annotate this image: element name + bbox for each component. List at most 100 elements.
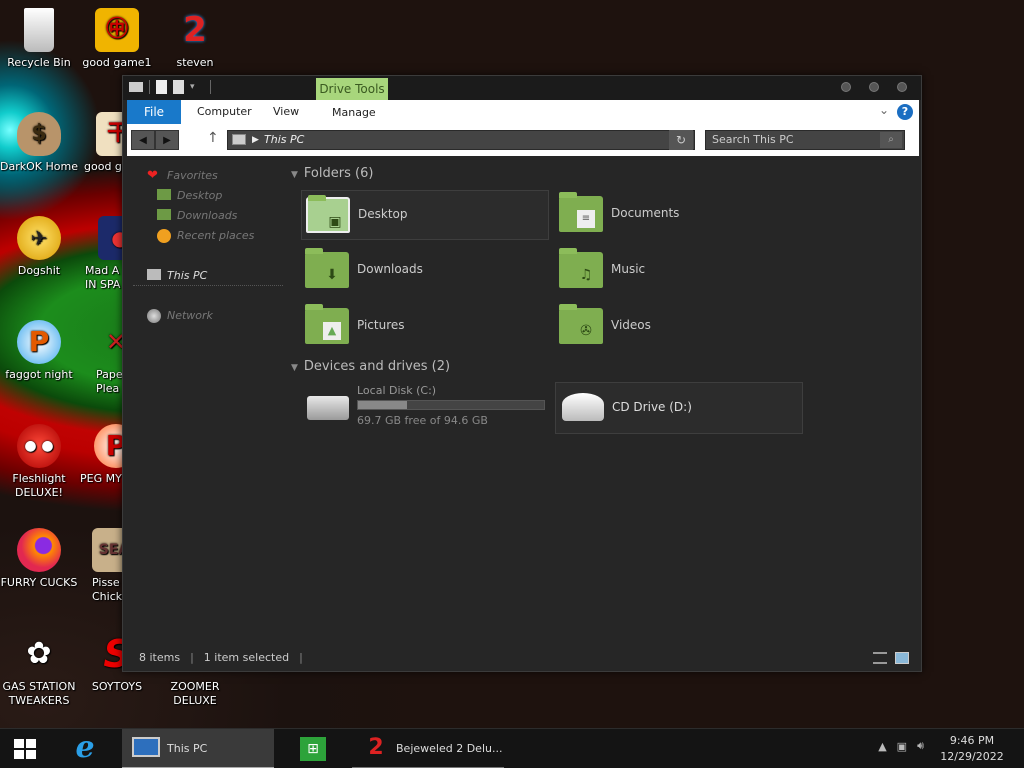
desktop-icon-dogshit[interactable]: ✈ Dogshit [0, 216, 78, 278]
desktop-icon-pisse-chicke[interactable]: SEA Pisse Chicke [78, 528, 122, 604]
desktop-icon-good-game1[interactable]: ㊥ good game1 [78, 8, 156, 70]
help-icon[interactable]: ? [897, 104, 913, 120]
desktop-icon-label: ZOOMER DELUXE [170, 680, 223, 707]
nav-network[interactable]: Network [133, 306, 283, 326]
network-icon[interactable]: ▣ [897, 740, 907, 753]
taskbar-bejeweled[interactable]: 2 Bejeweled 2 Delu... [352, 729, 504, 768]
flower-pot-icon: ✿ [26, 636, 52, 671]
chevron-down-icon[interactable]: ▼ [291, 170, 298, 180]
details-view-icon[interactable] [873, 652, 887, 664]
up-arrow-icon[interactable]: ↑ [207, 130, 219, 146]
money-bag-icon: $ [17, 112, 61, 156]
drive-free-space: 69.7 GB free of 94.6 GB [357, 414, 488, 427]
desktop-icon-gas-station-tweakers[interactable]: ✿ GAS STATION TWEAKERS [0, 632, 78, 708]
start-button[interactable] [0, 729, 50, 768]
show-hidden-icons-icon[interactable]: ▲ [878, 740, 886, 753]
window-controls [841, 82, 907, 92]
document-badge-icon: ≡ [577, 210, 595, 228]
forward-button[interactable]: ▶ [155, 130, 179, 150]
folder-label: Documents [611, 206, 680, 220]
drive-tools-context-tab[interactable]: Drive Tools [316, 78, 388, 100]
folder-downloads[interactable]: ⬇ Downloads [301, 246, 549, 296]
toolbar-divider [210, 80, 211, 94]
devices-group-header[interactable]: ▼ Devices and drives (2) [291, 359, 450, 374]
taskbar-internet-explorer[interactable]: e [60, 729, 110, 768]
system-menu-icon[interactable] [129, 82, 143, 92]
search-icon[interactable]: ⌕ [880, 132, 902, 148]
tab-file[interactable]: File [127, 100, 181, 124]
bejeweled-2-icon: 2 [183, 10, 207, 50]
computer-icon [232, 134, 246, 145]
nav-recent-places[interactable]: Recent places [133, 226, 283, 246]
desktop-icon-label: faggot night [5, 368, 73, 381]
desktop-icon-faggot-night[interactable]: P faggot night [0, 320, 78, 382]
desktop-icon-mad-a[interactable]: ● Mad A IN SPA [78, 216, 122, 292]
desktop-icon-label: good g [84, 160, 122, 173]
maximize-button[interactable] [869, 82, 879, 92]
disk-usage-bar [357, 400, 545, 410]
film-reel-icon: ✇ [580, 323, 592, 339]
tab-view[interactable]: View [273, 105, 299, 118]
desktop-icon-label: Recycle Bin [7, 56, 71, 69]
chevron-down-icon[interactable]: ▾ [190, 80, 204, 94]
properties-icon[interactable] [156, 80, 167, 94]
desktop-icon-steven[interactable]: 2 steven [156, 8, 234, 70]
desktop-icon-furry-cucks[interactable]: FURRY CUCKS [0, 528, 78, 590]
internet-explorer-icon: e [75, 730, 95, 765]
tab-manage[interactable]: Manage [332, 106, 376, 119]
desktop-icon-good-g[interactable]: 干 good g [78, 112, 122, 174]
folder-desktop[interactable]: ▣ Desktop [301, 190, 549, 240]
tab-computer[interactable]: Computer [197, 105, 252, 118]
close-button[interactable] [897, 82, 907, 92]
picture-badge-icon: ▲ [323, 322, 341, 340]
desktop-icon-pape[interactable]: ✕ Pape Plea [78, 320, 122, 396]
nav-desktop[interactable]: Desktop [133, 186, 283, 206]
taskbar-store[interactable]: ⊞ [288, 729, 338, 768]
clock-time: 9:46 PM [949, 734, 995, 747]
address-bar[interactable]: ▶ This PC [227, 130, 695, 150]
folder-videos[interactable]: ✇ Videos [555, 302, 803, 352]
status-divider: | [190, 651, 194, 664]
desktop-icon-label: FURRY CUCKS [0, 576, 78, 589]
view-switcher [873, 652, 909, 664]
back-button[interactable]: ◀ [131, 130, 155, 150]
refresh-button[interactable]: ↻ [669, 130, 693, 150]
clock-icon [157, 229, 171, 243]
nav-label: Network [167, 309, 213, 322]
taskbar-label: This PC [167, 742, 208, 755]
angry-birds-space-icon: ● [98, 216, 122, 260]
desktop-icon-recycle-bin[interactable]: Recycle Bin [0, 8, 78, 70]
clock[interactable]: 9:46 PM 12/29/2022 [932, 733, 1012, 765]
folder-music[interactable]: ♫ Music [555, 246, 803, 296]
folder-pictures[interactable]: ▲ Pictures [301, 302, 549, 352]
taskbar-label: Bejeweled 2 Delu... [396, 742, 503, 755]
download-arrow-icon: ⬇ [326, 267, 338, 283]
chevron-right-icon[interactable]: ▶ [252, 131, 259, 149]
search-box[interactable]: Search This PC ⌕ [705, 130, 905, 150]
title-bar[interactable]: ▾ Drive Tools [123, 76, 921, 100]
group-title: Devices and drives (2) [303, 359, 451, 374]
drive-local-disk-c[interactable]: Local Disk (C:) 69.7 GB free of 94.6 GB [301, 384, 549, 434]
taskbar-this-pc[interactable]: This PC [122, 729, 274, 768]
desktop-icon-fleshlight-deluxe[interactable]: ● ● Fleshlight DELUXE! [0, 424, 78, 500]
bejeweled-2-icon: 2 [368, 735, 384, 760]
nav-favorites[interactable]: ❤ Favorites [133, 166, 283, 186]
minimize-button[interactable] [841, 82, 851, 92]
nav-downloads[interactable]: Downloads [133, 206, 283, 226]
expand-ribbon-icon[interactable]: ⌄ [879, 103, 889, 117]
desktop-icon-peg-my[interactable]: P PEG MY [78, 424, 122, 486]
hard-disk-icon [307, 396, 349, 420]
nav-this-pc[interactable]: This PC [133, 266, 283, 286]
desktop-badge-icon: ▣ [328, 214, 342, 230]
large-icons-view-icon[interactable] [895, 652, 909, 664]
volume-icon[interactable]: 🔊︎ [917, 739, 924, 753]
folders-group-header[interactable]: ▼ Folders (6) [291, 166, 373, 181]
new-folder-icon[interactable] [173, 80, 184, 94]
navigation-bar: ◀ ▶ ↑ ▶ This PC ↻ Search This PC ⌕ [127, 124, 919, 156]
navigation-pane: ❤ Favorites Desktop Downloads Recent pla… [133, 166, 283, 326]
desktop-icon-darkok-home[interactable]: $ DarkOK Home [0, 112, 78, 174]
drive-cd-d[interactable]: CD Drive (D:) [555, 382, 803, 434]
chevron-down-icon[interactable]: ▼ [291, 363, 298, 373]
folder-documents[interactable]: ≡ Documents [555, 190, 803, 240]
store-bag-icon: ⊞ [300, 737, 326, 761]
